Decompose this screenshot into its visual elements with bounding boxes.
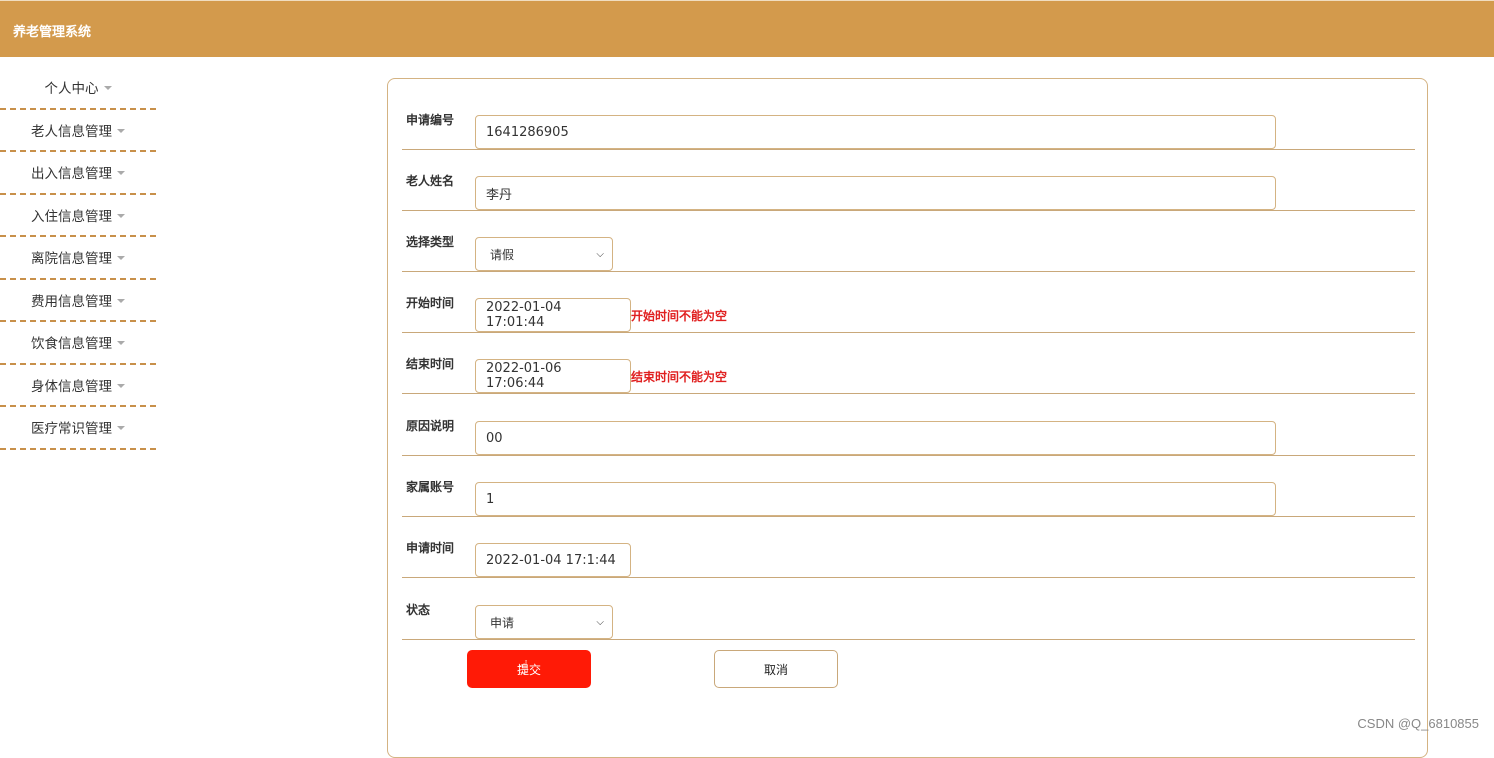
type-label: 选择类型	[406, 211, 454, 271]
type-select-value: 请假	[490, 246, 514, 263]
cancel-button[interactable]: 取消	[714, 650, 838, 688]
type-select[interactable]: 请假 ⌵	[475, 237, 613, 271]
start-time-input[interactable]: 2022-01-04 17:01:44	[475, 298, 631, 332]
sidebar-item-label: 入住信息管理	[31, 205, 112, 225]
sidebar-item-fee-info[interactable]: 费用信息管理	[0, 280, 156, 323]
top-header-bar: 养老管理系统	[0, 0, 1494, 57]
sidebar-item-diet-info[interactable]: 饮食信息管理	[0, 322, 156, 365]
sidebar-menu: 个人中心 老人信息管理 出入信息管理 入住信息管理 离院信息管理 费用信息管理 …	[0, 67, 156, 450]
status-select[interactable]: 申请 ⌵	[475, 605, 613, 639]
sidebar-item-access-info[interactable]: 出入信息管理	[0, 152, 156, 195]
end-time-error: 结束时间不能为空	[631, 359, 727, 393]
family-account-input[interactable]: 1	[475, 482, 1276, 516]
form-row-apply-no: 申请编号 1641286905	[402, 89, 1415, 150]
start-time-label: 开始时间	[406, 272, 454, 332]
form-row-apply-time: 申请时间 2022-01-04 17:1:44	[402, 517, 1415, 578]
end-time-input[interactable]: 2022-01-06 17:06:44	[475, 359, 631, 393]
caret-down-icon	[117, 384, 125, 388]
chevron-down-icon: ⌵	[596, 249, 604, 260]
reason-label: 原因说明	[406, 395, 454, 455]
start-time-error: 开始时间不能为空	[631, 298, 727, 332]
watermark: CSDN @Q_6810855	[1357, 716, 1479, 731]
form-row-family-account: 家属账号 1	[402, 456, 1415, 517]
status-select-value: 申请	[490, 614, 514, 631]
reason-input[interactable]: 00	[475, 421, 1276, 455]
sidebar-item-elder-info[interactable]: 老人信息管理	[0, 110, 156, 153]
hand-cursor-icon: ☝	[518, 657, 529, 678]
sidebar-item-label: 离院信息管理	[31, 247, 112, 267]
apply-time-input[interactable]: 2022-01-04 17:1:44	[475, 543, 631, 577]
sidebar-item-checkin-info[interactable]: 入住信息管理	[0, 195, 156, 238]
caret-down-icon	[117, 129, 125, 133]
caret-down-icon	[117, 426, 125, 430]
sidebar-item-label: 出入信息管理	[31, 162, 112, 182]
status-label: 状态	[406, 579, 430, 639]
submit-button[interactable]: 提交	[467, 650, 591, 688]
family-account-label: 家属账号	[406, 456, 454, 516]
apply-no-input[interactable]: 1641286905	[475, 115, 1276, 149]
app-title: 养老管理系统	[13, 21, 91, 40]
form-row-type: 选择类型 请假 ⌵	[402, 211, 1415, 272]
sidebar-item-discharge-info[interactable]: 离院信息管理	[0, 237, 156, 280]
form-panel: 申请编号 1641286905 老人姓名 李丹 选择类型 请假 ⌵ 开始时间 2…	[387, 78, 1428, 758]
sidebar-item-health-info[interactable]: 身体信息管理	[0, 365, 156, 408]
sidebar-item-label: 医疗常识管理	[31, 417, 112, 437]
form-row-elder-name: 老人姓名 李丹	[402, 150, 1415, 211]
sidebar-item-label: 身体信息管理	[31, 375, 112, 395]
sidebar-item-personal-center[interactable]: 个人中心	[0, 67, 156, 110]
form-row-status: 状态 申请 ⌵	[402, 579, 1415, 640]
elder-name-input[interactable]: 李丹	[475, 176, 1276, 210]
sidebar-item-label: 饮食信息管理	[31, 332, 112, 352]
elder-name-label: 老人姓名	[406, 150, 454, 210]
sidebar-item-medical-knowledge[interactable]: 医疗常识管理	[0, 407, 156, 450]
caret-down-icon	[117, 341, 125, 345]
form-row-reason: 原因说明 00	[402, 395, 1415, 456]
end-time-label: 结束时间	[406, 333, 454, 393]
form-row-end-time: 结束时间 2022-01-06 17:06:44 结束时间不能为空	[402, 333, 1415, 394]
form-row-start-time: 开始时间 2022-01-04 17:01:44 开始时间不能为空	[402, 272, 1415, 333]
sidebar-item-label: 费用信息管理	[31, 290, 112, 310]
caret-down-icon	[104, 86, 112, 90]
chevron-down-icon: ⌵	[596, 617, 604, 628]
apply-no-label: 申请编号	[406, 89, 454, 149]
caret-down-icon	[117, 299, 125, 303]
sidebar-item-label: 老人信息管理	[31, 120, 112, 140]
sidebar-item-label: 个人中心	[45, 77, 99, 97]
apply-time-label: 申请时间	[406, 517, 454, 577]
caret-down-icon	[117, 256, 125, 260]
caret-down-icon	[117, 214, 125, 218]
caret-down-icon	[117, 171, 125, 175]
